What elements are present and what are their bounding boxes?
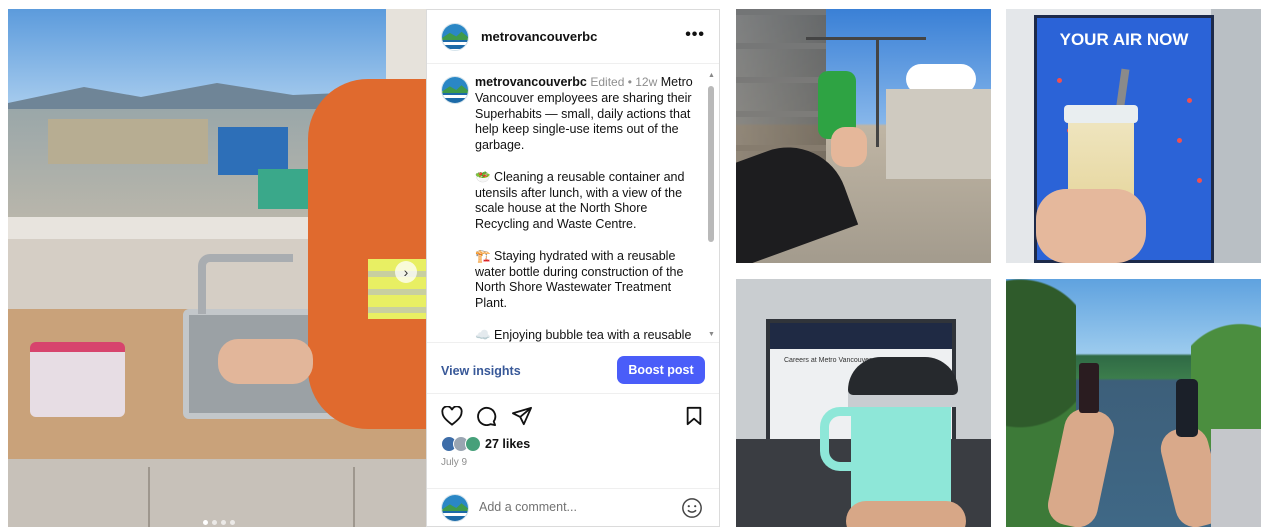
insights-row: View insights Boost post [427,342,719,394]
share-icon[interactable] [511,406,533,431]
post-main-photo[interactable]: › [8,9,426,527]
caption-scrollbar[interactable]: ▲ ▼ [707,72,715,338]
thumbnail-mug-laptop[interactable]: Careers at Metro Vancouver [736,279,991,527]
caption-username[interactable]: metrovancouverbc [475,75,587,89]
thumbnail-construction-bottle[interactable] [736,9,991,263]
scroll-down-icon[interactable]: ▼ [708,331,715,338]
post-header: metrovancouverbc ••• [427,10,719,64]
more-horizontal-icon[interactable]: ••• [685,26,705,44]
caption-item-water: 🏗️ Staying hydrated with a reusable wate… [475,248,684,311]
thumbnail-lake-bottles[interactable] [1006,279,1261,527]
thumb-phone [1079,363,1099,413]
thumb-building [886,89,991,179]
bookmark-icon[interactable] [685,406,703,431]
thumb-mug-lid [848,357,958,395]
thumb-window [1211,9,1261,263]
instagram-post-view: › metrovancouverbc ••• metrovancouverbc … [0,0,1262,527]
carousel-dot-active [203,520,208,525]
thumb-black-bottle [1176,379,1198,437]
likes-row[interactable]: 27 likes [441,435,530,453]
thumb-hand [831,127,867,167]
scroll-up-icon[interactable]: ▲ [708,72,715,79]
caption-meta: Edited • 12w [590,75,658,89]
photo-food-container [30,342,125,417]
photo-faucet [198,254,293,314]
caption-area: metrovancouverbc Edited • 12w Metro Vanc… [427,66,719,342]
profile-avatar[interactable] [441,22,469,51]
boost-post-button[interactable]: Boost post [617,356,705,384]
emoji-icon[interactable] [681,497,703,524]
thumbnail-bubble-tea[interactable]: YOUR AIR NOW [1006,9,1261,263]
action-bar [427,404,719,434]
post-date: July 9 [441,457,468,468]
liker-avatar [465,436,481,452]
comment-input[interactable] [479,500,669,514]
thumb-crane-mast [876,37,879,147]
photo-cabinet-seam [353,467,355,527]
carousel-dot [221,520,226,525]
thumb-crane-jib [806,37,926,40]
photo-cabinet-seam [148,467,150,527]
caption-item-tea: ☁️ Enjoying bubble tea with a reusable [475,327,692,342]
thumb-cup-lid [1064,105,1138,123]
carousel-dots [203,520,235,525]
thumb-person [1211,429,1261,527]
view-insights-link[interactable]: View insights [441,364,521,378]
comment-row [427,488,719,527]
photo-hand [218,339,313,384]
caption-avatar[interactable] [441,76,469,104]
caption-item-lunch: 🥗 Cleaning a reusable container and uten… [475,169,685,232]
header-username[interactable]: metrovancouverbc [481,29,597,44]
comment-icon[interactable] [475,406,497,431]
likes-count[interactable]: 27 likes [485,437,530,451]
heart-icon[interactable] [441,405,463,431]
scroll-thumb[interactable] [708,86,714,242]
comment-avatar [441,494,469,522]
carousel-next-icon[interactable]: › [395,261,417,283]
photo-orange-sleeve [308,79,426,429]
carousel-dot [230,520,235,525]
thumb-sign-title: YOUR AIR NOW [1059,30,1189,49]
photo-cabinets [8,459,426,527]
thumb-hand [1036,189,1146,263]
carousel-dot [212,520,217,525]
thumb-screen-text: Careers at Metro Vancouver [784,357,872,364]
caption-text: metrovancouverbc Edited • 12w Metro Vanc… [475,75,697,342]
thumb-hand [846,501,966,527]
post-panel: metrovancouverbc ••• metrovancouverbc Ed… [426,9,720,527]
